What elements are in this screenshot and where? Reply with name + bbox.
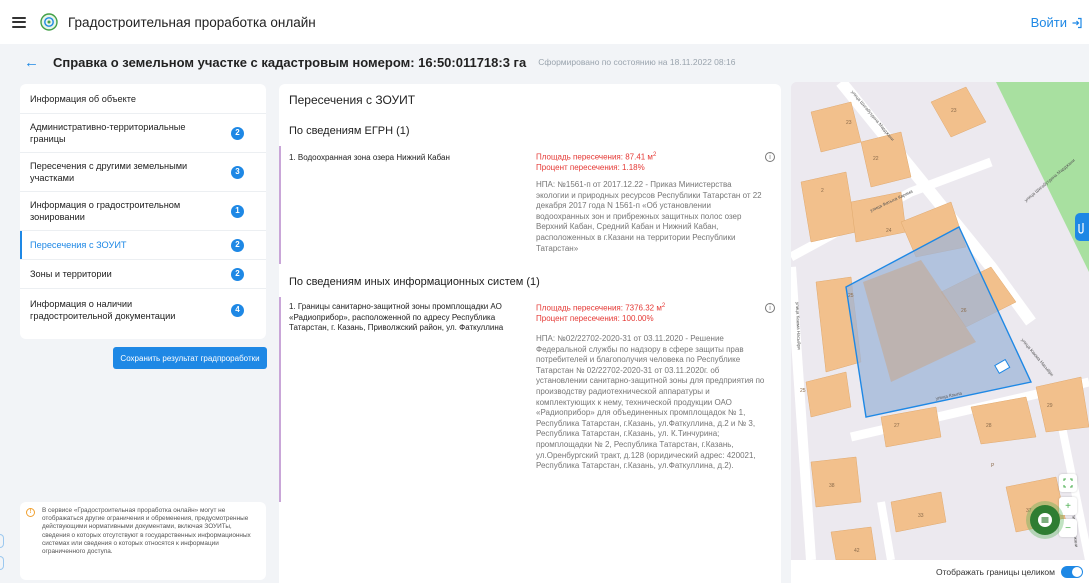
side-tab-button[interactable] (1075, 213, 1089, 241)
top-bar: Градостроительная проработка онлайн Войт… (0, 0, 1089, 44)
chat-icon (1038, 513, 1052, 527)
edge-tab-icon (0, 556, 4, 570)
intersection-area: Площадь пересечения: 87.41 м2 (536, 152, 657, 162)
svg-text:27: 27 (894, 423, 900, 429)
sidebar-item-admin-borders[interactable]: Административно-территориальные границы … (20, 114, 266, 153)
save-result-button[interactable]: Сохранить результат градпроработки (113, 347, 267, 369)
record-name: 1. Водоохранная зона озера Нижний Кабан (289, 153, 450, 162)
sidebar-item-documentation[interactable]: Информация о наличии градостроительной д… (20, 289, 266, 331)
login-button[interactable]: Войти (1031, 15, 1083, 30)
count-badge: 2 (231, 126, 244, 140)
sidebar-item-label: Информация об объекте (30, 93, 136, 104)
edge-tab-icon (0, 534, 4, 548)
svg-text:25: 25 (800, 388, 806, 394)
count-badge: 2 (231, 238, 244, 252)
count-badge: 1 (231, 204, 244, 218)
sidebar-item-zones[interactable]: Зоны и территории 2 (20, 260, 266, 289)
intersection-percent: Процент пересечения: 100.00% (536, 314, 654, 323)
login-icon (1072, 17, 1082, 28)
svg-text:38: 38 (829, 483, 835, 489)
menu-icon[interactable] (12, 16, 26, 28)
fullscreen-button[interactable] (1059, 474, 1077, 492)
zoom-out-button[interactable]: − (1059, 519, 1077, 537)
sidebar-item-object-info[interactable]: Информация об объекте (20, 84, 266, 114)
egrn-heading: По сведениям ЕГРН (1) (289, 125, 410, 137)
page-header: ← Справка о земельном участке с кадастро… (0, 44, 1089, 80)
back-arrow-icon[interactable]: ← (24, 55, 39, 70)
chat-button[interactable] (1030, 505, 1060, 535)
count-badge: 2 (231, 267, 244, 281)
sidebar-item-land-intersections[interactable]: Пересечения с другими земельными участка… (20, 153, 266, 192)
sidebar-item-label: Информация о градостроительном зонирован… (30, 200, 181, 222)
app-title: Градостроительная проработка онлайн (68, 14, 316, 30)
sidebar-item-label: Пересечения с ЗОУИТ (30, 240, 127, 250)
login-label: Войти (1030, 15, 1067, 30)
notice-text: В сервисе «Градостроительная проработка … (42, 507, 251, 556)
zouit-record: 1. Границы санитарно-защитной зоны промп… (279, 297, 781, 502)
sidebar-item-label: Зоны и территории (30, 269, 112, 279)
map-footer: Отображать границы целиком (791, 560, 1089, 583)
svg-text:24: 24 (886, 228, 892, 234)
map[interactable]: 23 22 2 23 24 25 26 25 27 28 29 38 33 P 42 37 улиц… (791, 82, 1089, 560)
sidebar-item-label: Пересечения с другими земельными участка… (30, 161, 188, 183)
svg-text:28: 28 (986, 423, 992, 429)
sidebar-item-label: Информация о наличии градостроительной д… (30, 299, 176, 321)
svg-text:22: 22 (873, 156, 879, 162)
record-npa: НПА: №02/22702-2020-31 от 03.11.2020 - Р… (536, 334, 765, 471)
warning-icon: ! (26, 508, 35, 517)
svg-text:23: 23 (951, 108, 957, 114)
section-heading: Пересечения с ЗОУИТ (289, 93, 416, 107)
svg-text:33: 33 (918, 513, 924, 519)
svg-text:26: 26 (961, 308, 967, 314)
info-icon[interactable]: i (765, 303, 775, 313)
disclaimer-notice: ! В сервисе «Градостроительная проработк… (20, 502, 266, 580)
other-systems-heading: По сведениям иных информационных систем … (289, 276, 540, 288)
intersection-percent: Процент пересечения: 1.18% (536, 163, 645, 172)
record-npa: НПА: №1561-п от 2017.12.22 - Приказ Мини… (536, 180, 762, 253)
show-borders-toggle[interactable] (1061, 565, 1083, 578)
fullscreen-icon (1063, 478, 1073, 488)
main-panel: Пересечения с ЗОУИТ По сведениям ЕГРН (1… (279, 84, 781, 583)
svg-text:42: 42 (854, 548, 860, 554)
sidebar-item-zoning[interactable]: Информация о градостроительном зонирован… (20, 192, 266, 231)
record-name: 1. Границы санитарно-защитной зоны промп… (289, 302, 504, 333)
page-timestamp: Сформировано по состоянию на 18.11.2022 … (538, 57, 736, 67)
zouit-record: 1. Водоохранная зона озера Нижний Кабан … (279, 146, 781, 264)
map-canvas: 23222 232425 262527 282938 33P42 37 улиц… (791, 82, 1089, 560)
attachment-icon (1078, 223, 1084, 234)
svg-text:23: 23 (846, 120, 852, 126)
count-badge: 3 (231, 165, 244, 179)
sidebar-item-label: Административно-территориальные границы (30, 122, 186, 144)
svg-text:25: 25 (848, 293, 854, 299)
intersection-area: Площадь пересечения: 7376.32 м2 (536, 303, 666, 313)
svg-text:29: 29 (1047, 403, 1053, 409)
svg-text:2: 2 (821, 188, 824, 194)
sidebar: Информация об объекте Административно-те… (20, 84, 266, 339)
logo-icon (40, 13, 58, 31)
info-icon[interactable]: i (765, 152, 775, 162)
show-borders-label: Отображать границы целиком (935, 566, 1055, 577)
page-title: Справка о земельном участке с кадастровы… (53, 54, 527, 70)
count-badge: 4 (231, 303, 244, 317)
zoom-in-button[interactable]: + (1059, 497, 1077, 515)
sidebar-item-zouit[interactable]: Пересечения с ЗОУИТ 2 (20, 231, 266, 260)
